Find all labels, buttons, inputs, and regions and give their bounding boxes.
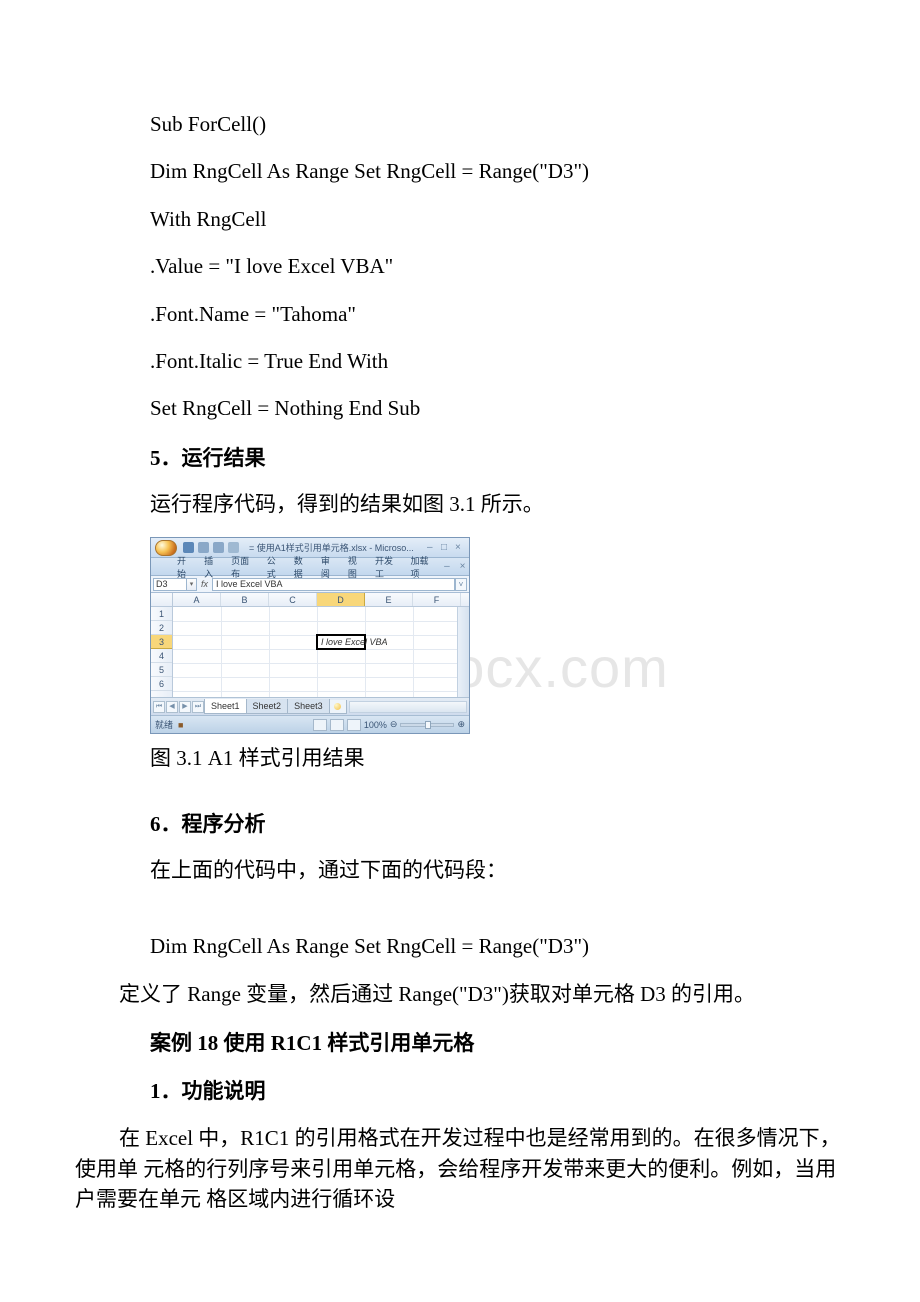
minimize-icon: – — [427, 543, 437, 553]
column-header: C — [269, 593, 317, 606]
sheet-nav-first-icon: ⏮ — [153, 701, 165, 713]
ribbon-tab: 视图 — [346, 554, 367, 580]
sheet-tab: Sheet1 — [204, 699, 247, 714]
insert-sheet-icon — [329, 700, 347, 714]
ribbon-minimize-icon: – — [444, 562, 453, 572]
name-box: D3 — [153, 578, 187, 591]
view-normal-icon — [313, 719, 327, 731]
code-line: .Value = "I love Excel VBA" — [150, 252, 845, 281]
row-header: 2 — [151, 621, 172, 635]
column-header: B — [221, 593, 269, 606]
ribbon-tab: 页面布 — [229, 554, 259, 580]
sheet-tab: Sheet2 — [246, 699, 289, 714]
sheet-tab: Sheet3 — [287, 699, 330, 714]
column-header: F — [413, 593, 461, 606]
ribbon-tab: 审阅 — [319, 554, 340, 580]
worksheet-grid: A B C D E F 1 2 3 4 5 6 — [151, 593, 469, 697]
zoom-out-icon: ⊖ — [390, 719, 398, 730]
ribbon-tab: 开始 — [175, 554, 196, 580]
zoom-level: 100% — [364, 720, 387, 730]
ribbon-tab: 开发工 — [373, 554, 403, 580]
code-line: .Font.Italic = True End With — [150, 347, 845, 376]
code-line: .Font.Name = "Tahoma" — [150, 300, 845, 329]
view-layout-icon — [330, 719, 344, 731]
ribbon-tab: 插入 — [202, 554, 223, 580]
close-icon: × — [455, 543, 465, 553]
ribbon-tabs: 开始 插入 页面布 公式 数据 审阅 视图 开发工 加载项 – × — [151, 558, 469, 576]
row-header-active: 3 — [151, 635, 172, 649]
status-bar: 就绪 ■ 100% ⊖ ⊕ — [151, 715, 469, 733]
code-line: Sub ForCell() — [150, 110, 845, 139]
ribbon-close-icon: × — [460, 562, 469, 572]
zoom-slider — [400, 723, 454, 727]
formula-input: I love Excel VBA — [212, 578, 455, 591]
excel-window-title: = 使用A1样式引用单元格.xlsx - Microso... — [249, 541, 427, 554]
row-header: 5 — [151, 663, 172, 677]
row-header: 4 — [151, 649, 172, 663]
horizontal-scrollbar — [349, 701, 467, 713]
vertical-scrollbar — [457, 607, 469, 697]
row-header: 6 — [151, 677, 172, 691]
case-18-sec1-body: 在 Excel 中，R1C1 的引用格式在开发过程中也是经常用到的。在很多情况下… — [75, 1123, 845, 1214]
code-line: With RngCell — [150, 205, 845, 234]
case-18-sec1-heading: 1．功能说明 — [150, 1075, 845, 1105]
select-all-corner — [151, 593, 173, 606]
qat-redo-icon — [213, 542, 224, 553]
ribbon-tab: 公式 — [265, 554, 286, 580]
office-button-icon — [155, 540, 177, 556]
section-6-heading: 6．程序分析 — [150, 808, 845, 838]
code-snippet: Dim RngCell As Range Set RngCell = Range… — [150, 932, 845, 961]
sheet-nav-last-icon: ⏭ — [192, 701, 204, 713]
formula-bar: D3 ▾ fx I love Excel VBA ˅ — [151, 576, 469, 593]
status-text: 就绪 — [155, 720, 173, 730]
sheet-nav-next-icon: ▶ — [179, 701, 191, 713]
case-18-title: 案例 18 使用 R1C1 样式引用单元格 — [150, 1027, 845, 1057]
view-pagebreak-icon — [347, 719, 361, 731]
ribbon-tab: 数据 — [292, 554, 313, 580]
column-header: E — [365, 593, 413, 606]
section-6-explain: 定义了 Range 变量，然后通过 Range("D3")获取对单元格 D3 的… — [75, 979, 845, 1009]
qat-icon — [228, 542, 239, 553]
qat-undo-icon — [198, 542, 209, 553]
figure-caption: 图 3.1 A1 样式引用结果 — [150, 742, 845, 772]
column-header-active: D — [317, 593, 365, 606]
macro-record-icon: ■ — [178, 720, 183, 730]
maximize-icon: □ — [441, 543, 451, 553]
section-6-intro: 在上面的代码中，通过下面的代码段： — [150, 856, 845, 885]
column-header: A — [173, 593, 221, 606]
zoom-in-icon: ⊕ — [457, 719, 465, 730]
code-line: Set RngCell = Nothing End Sub — [150, 394, 845, 423]
fx-icon: fx — [201, 579, 208, 589]
section-5-heading: 5．运行结果 — [150, 442, 845, 472]
excel-screenshot: = 使用A1样式引用单元格.xlsx - Microso... – □ × 开始… — [150, 537, 470, 734]
sheet-nav-prev-icon: ◀ — [166, 701, 178, 713]
formula-expand-icon: ˅ — [455, 578, 467, 591]
cell-value: I love Excel VBA — [319, 636, 388, 648]
ribbon-tab: 加载项 — [409, 554, 439, 580]
row-header: 1 — [151, 607, 172, 621]
sheet-tab-strip: ⏮ ◀ ▶ ⏭ Sheet1 Sheet2 Sheet3 — [151, 697, 469, 715]
code-line: Dim RngCell As Range Set RngCell = Range… — [150, 157, 845, 186]
qat-save-icon — [183, 542, 194, 553]
section-5-text: 运行程序代码，得到的结果如图 3.1 所示。 — [150, 490, 845, 519]
name-box-dropdown-icon: ▾ — [187, 578, 197, 591]
